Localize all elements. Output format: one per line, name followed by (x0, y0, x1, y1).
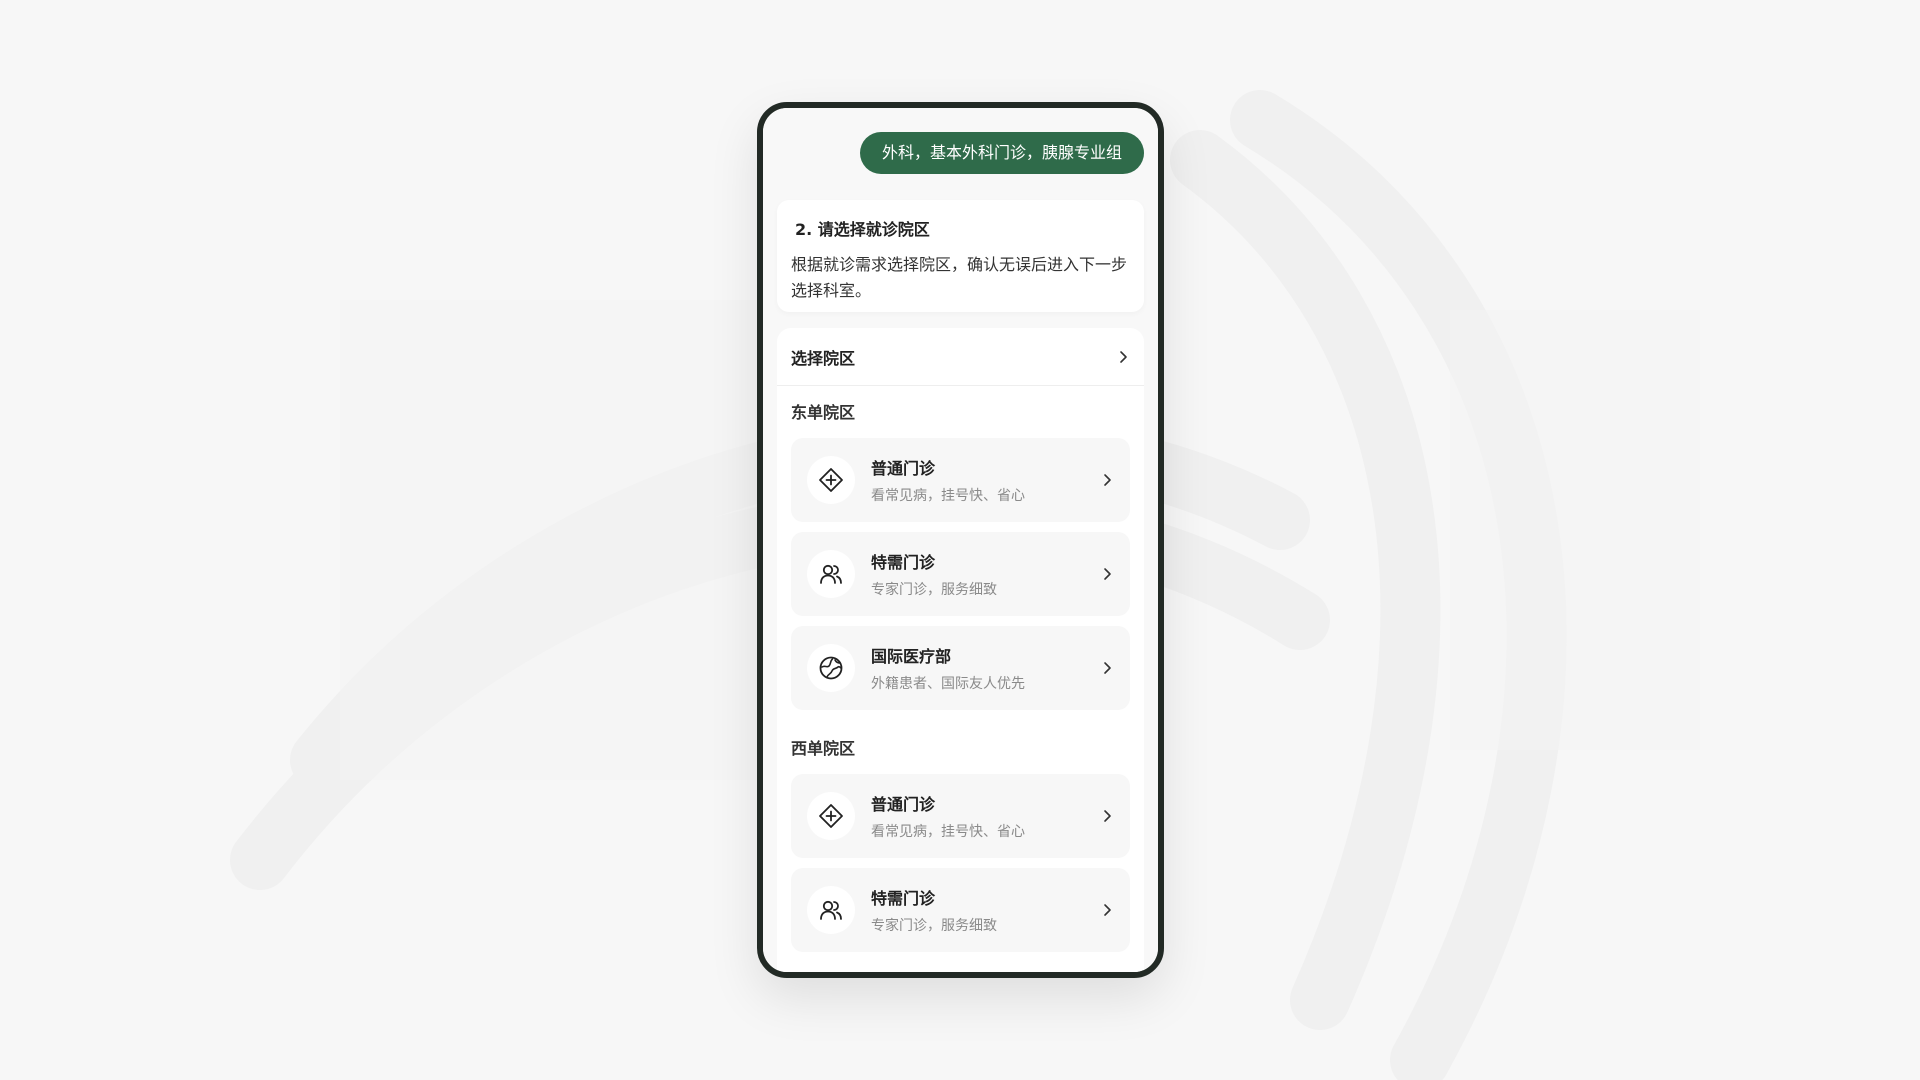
clinic-item-xidan-special[interactable]: 特需门诊 专家门诊，服务细致 (791, 868, 1130, 952)
step-title: 2. 请选择就诊院区 (795, 220, 930, 239)
selected-department-bubble: 外科，基本外科门诊，胰腺专业组 (859, 132, 1144, 174)
clinic-item-xidan-general[interactable]: 普通门诊 看常见病，挂号快、省心 (791, 774, 1130, 858)
chevron-right-icon (1100, 661, 1114, 675)
step-description: 根据就诊需求选择院区，确认无误后进入下一步选择科室。 (791, 255, 1128, 300)
medical-diamond-icon (807, 792, 855, 840)
campus-group-title-xidan: 西单院区 (791, 739, 856, 758)
campus-selector-label: 选择院区 (791, 348, 856, 368)
clinic-subtitle: 外籍患者、国际友人优先 (871, 676, 1025, 692)
users-icon (807, 886, 855, 934)
campus-panel: 选择院区 东单院区 普通门诊 看常见病，挂号快、省心 特需门诊 专家门诊，服务细… (777, 328, 1144, 972)
chevron-right-icon (1100, 809, 1114, 823)
stage: 外科，基本外科门诊，胰腺专业组 2. 请选择就诊院区 根据就诊需求选择院区，确认… (0, 0, 1920, 1080)
clinic-item-dongdan-special[interactable]: 特需门诊 专家门诊，服务细致 (791, 532, 1130, 616)
chevron-right-icon (1100, 903, 1114, 917)
clinic-subtitle: 专家门诊，服务细致 (871, 582, 997, 598)
phone-frame: 外科，基本外科门诊，胰腺专业组 2. 请选择就诊院区 根据就诊需求选择院区，确认… (757, 102, 1164, 978)
step-info-card: 2. 请选择就诊院区 根据就诊需求选择院区，确认无误后进入下一步选择科室。 (777, 200, 1144, 312)
clinic-subtitle: 看常见病，挂号快、省心 (871, 488, 1025, 504)
app-screen: 外科，基本外科门诊，胰腺专业组 2. 请选择就诊院区 根据就诊需求选择院区，确认… (763, 108, 1158, 972)
clinic-title: 特需门诊 (871, 889, 936, 908)
clinic-title: 国际医疗部 (871, 647, 952, 666)
chevron-right-icon (1100, 473, 1114, 487)
chevron-right-icon (1100, 567, 1114, 581)
campus-group-title-dongdan: 东单院区 (791, 403, 856, 422)
users-icon (807, 550, 855, 598)
campus-selector-row[interactable]: 选择院区 (777, 328, 1144, 386)
medical-diamond-icon (807, 456, 855, 504)
clinic-subtitle: 专家门诊，服务细致 (871, 918, 997, 934)
clinic-item-dongdan-general[interactable]: 普通门诊 看常见病，挂号快、省心 (791, 438, 1130, 522)
chevron-right-icon (1116, 350, 1130, 364)
clinic-item-dongdan-international[interactable]: 国际医疗部 外籍患者、国际友人优先 (791, 626, 1130, 710)
clinic-subtitle: 看常见病，挂号快、省心 (871, 824, 1025, 840)
clinic-title: 特需门诊 (871, 553, 936, 572)
clinic-title: 普通门诊 (871, 459, 936, 478)
clinic-title: 普通门诊 (871, 795, 936, 814)
globe-icon (807, 644, 855, 692)
